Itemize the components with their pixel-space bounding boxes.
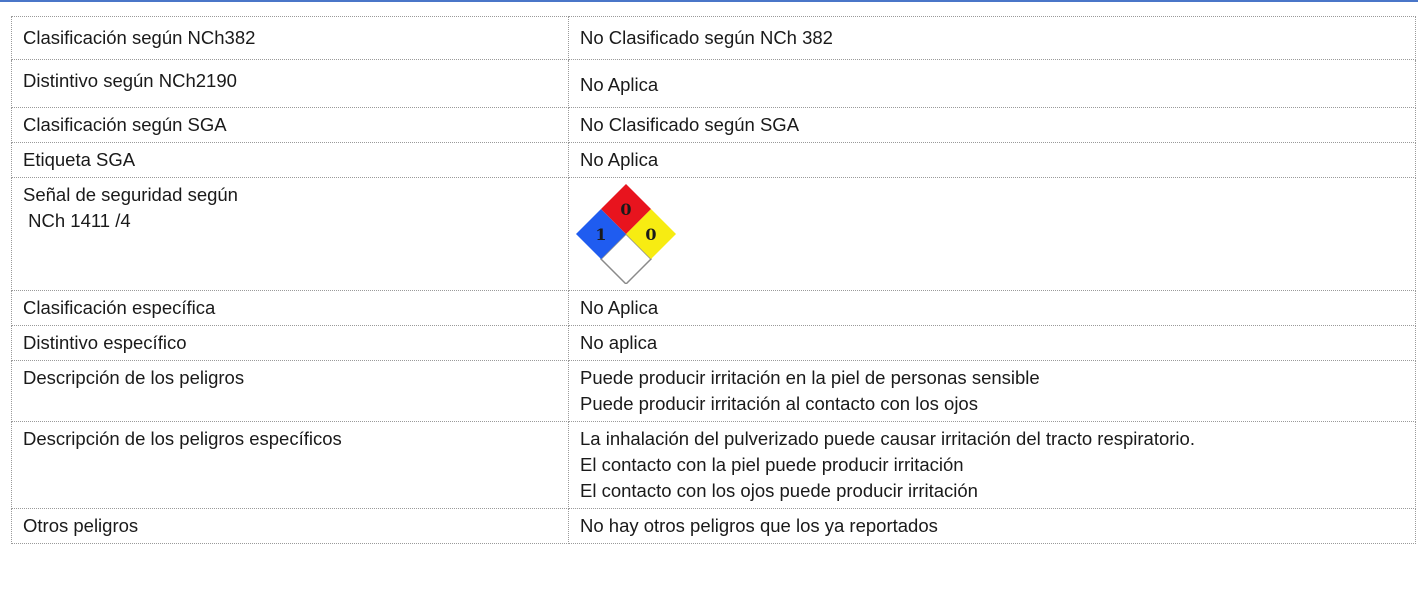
- row-value: No Aplica: [568, 142, 1416, 178]
- table-row: Señal de seguridad según NCh 1411 /4 0 1…: [11, 177, 1416, 291]
- row-label-text: Otros peligros: [23, 515, 139, 536]
- row-value-text: No Aplica: [580, 297, 659, 318]
- row-label: Distintivo específico: [11, 325, 569, 361]
- table-row: Distintivo según NCh2190 No Aplica: [11, 59, 1416, 108]
- row-value: 0 1 0: [568, 177, 1416, 291]
- nfpa-health-value: 1: [595, 225, 606, 244]
- table-row: Etiqueta SGA No Aplica: [11, 142, 1416, 178]
- top-rule: [0, 0, 1418, 2]
- table-row: Descripción de los peligros Puede produc…: [11, 360, 1416, 422]
- row-value: No Clasificado según NCh 382: [568, 16, 1416, 60]
- row-value: No hay otros peligros que los ya reporta…: [568, 508, 1416, 544]
- row-value-text: La inhalación del pulverizado puede caus…: [580, 428, 1195, 449]
- hazard-identification-table: Clasificación según NCh382 No Clasificad…: [11, 16, 1416, 544]
- row-label: Clasificación según NCh382: [11, 16, 569, 60]
- row-value-text: No Aplica: [580, 149, 659, 170]
- row-label: Distintivo según NCh2190: [11, 59, 569, 108]
- row-value-text: No Aplica: [580, 74, 659, 95]
- row-label-text: Descripción de los peligros específicos: [23, 428, 342, 449]
- table-row: Otros peligros No hay otros peligros que…: [11, 508, 1416, 544]
- row-value-text: Puede producir irritación al contacto co…: [580, 393, 978, 414]
- row-value-text: Puede producir irritación en la piel de …: [580, 367, 1040, 388]
- row-label-text: Distintivo según NCh2190: [23, 70, 237, 91]
- table-row: Clasificación según SGA No Clasificado s…: [11, 107, 1416, 143]
- row-value: No aplica: [568, 325, 1416, 361]
- table-row: Distintivo específico No aplica: [11, 325, 1416, 361]
- row-value: La inhalación del pulverizado puede caus…: [568, 421, 1416, 509]
- row-value: No Aplica: [568, 59, 1416, 108]
- row-label: Clasificación según SGA: [11, 107, 569, 143]
- row-value-text: No Clasificado según SGA: [580, 114, 800, 135]
- row-label-text: Señal de seguridad según: [23, 184, 238, 205]
- row-label: Clasificación específica: [11, 290, 569, 326]
- row-label-text: Descripción de los peligros: [23, 367, 245, 388]
- table-row: Descripción de los peligros específicos …: [11, 421, 1416, 509]
- row-value-text: El contacto con la piel puede producir i…: [580, 454, 964, 475]
- row-label-text: Etiqueta SGA: [23, 149, 136, 170]
- row-label-text: NCh 1411 /4: [23, 210, 131, 231]
- row-label: Descripción de los peligros: [11, 360, 569, 422]
- row-label-text: Clasificación específica: [23, 297, 216, 318]
- row-label: Señal de seguridad según NCh 1411 /4: [11, 177, 569, 291]
- table-row: Clasificación según NCh382 No Clasificad…: [11, 16, 1416, 60]
- row-label: Etiqueta SGA: [11, 142, 569, 178]
- nfpa-flammability-value: 0: [620, 200, 631, 219]
- row-label: Otros peligros: [11, 508, 569, 544]
- row-value: Puede producir irritación en la piel de …: [568, 360, 1416, 422]
- nfpa-hazard-diamond-icon: 0 1 0: [576, 184, 676, 284]
- row-value-text: No hay otros peligros que los ya reporta…: [580, 515, 938, 536]
- table-row: Clasificación específica No Aplica: [11, 290, 1416, 326]
- row-value-text: El contacto con los ojos puede producir …: [580, 480, 978, 501]
- row-label-text: Clasificación según NCh382: [23, 27, 256, 48]
- row-label-text: Clasificación según SGA: [23, 114, 227, 135]
- row-value: No Aplica: [568, 290, 1416, 326]
- row-label-text: Distintivo específico: [23, 332, 187, 353]
- row-value-text: No Clasificado según NCh 382: [580, 27, 833, 48]
- row-value: No Clasificado según SGA: [568, 107, 1416, 143]
- nfpa-instability-value: 0: [645, 225, 656, 244]
- row-value-text: No aplica: [580, 332, 658, 353]
- row-label: Descripción de los peligros específicos: [11, 421, 569, 509]
